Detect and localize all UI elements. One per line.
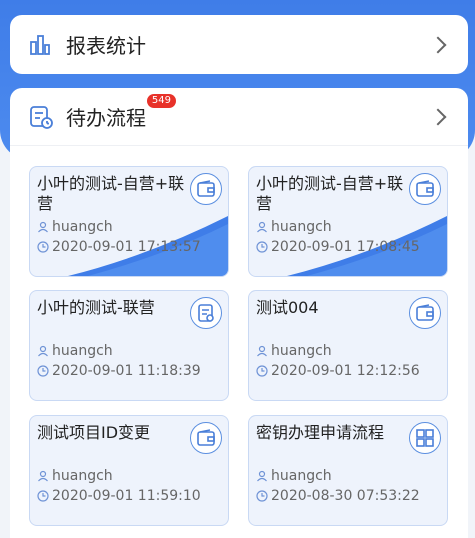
todo-item-user: huangch	[256, 468, 332, 484]
wallet-icon	[190, 173, 222, 205]
todo-item-time-text: 2020-09-01 17:08:45	[271, 239, 420, 255]
clock-icon	[37, 241, 49, 253]
todo-item-user-text: huangch	[52, 343, 113, 359]
todo-item-time-text: 2020-09-01 17:13:57	[52, 239, 201, 255]
clock-icon	[37, 490, 49, 502]
todo-item-time: 2020-08-30 07:53:22	[256, 488, 420, 504]
todo-item-time-text: 2020-09-01 11:59:10	[52, 488, 201, 504]
grid-icon	[409, 422, 441, 454]
user-icon	[256, 470, 268, 482]
report-statistics-card[interactable]: 报表统计	[10, 15, 468, 74]
todo-item-time: 2020-09-01 17:08:45	[256, 239, 420, 255]
todo-item-time: 2020-09-01 17:13:57	[37, 239, 201, 255]
clock-icon	[256, 365, 268, 377]
todo-item-time: 2020-09-01 11:18:39	[37, 363, 201, 379]
todo-title: 待办流程 549	[66, 94, 176, 131]
todo-item-name: 密钥办理申请流程	[256, 423, 385, 442]
todo-item-user-text: huangch	[52, 468, 113, 484]
bar-chart-icon	[28, 33, 52, 57]
todo-item-name: 测试项目ID变更	[37, 423, 151, 442]
todo-item[interactable]: 小叶的测试-自营+联营 huangch 2020-09-01 17:08:45	[248, 166, 448, 277]
todo-item-user-text: huangch	[271, 219, 332, 235]
todo-item-user: huangch	[37, 343, 113, 359]
chevron-right-icon	[429, 108, 447, 125]
user-icon	[256, 221, 268, 233]
todo-item[interactable]: 测试004 huangch 2020-09-01 12:12:56	[248, 290, 448, 401]
todo-item-time: 2020-09-01 12:12:56	[256, 363, 420, 379]
todo-list-icon	[28, 104, 54, 130]
user-icon	[37, 470, 49, 482]
user-icon	[37, 345, 49, 357]
user-icon	[37, 221, 49, 233]
clock-icon	[37, 365, 49, 377]
user-icon	[256, 345, 268, 357]
todo-item-user-text: huangch	[271, 468, 332, 484]
todo-item-user: huangch	[256, 219, 332, 235]
todo-item-name: 小叶的测试-自营+联营	[37, 174, 185, 213]
wallet-icon	[409, 173, 441, 205]
todo-header[interactable]: 待办流程 549	[10, 88, 468, 146]
document-icon	[190, 297, 222, 329]
todo-item[interactable]: 小叶的测试-自营+联营 huangch 2020-09-01 17:13:57	[29, 166, 229, 277]
todo-item-name: 小叶的测试-联营	[37, 298, 155, 317]
todo-item-user: huangch	[37, 468, 113, 484]
wallet-icon	[190, 422, 222, 454]
todo-item[interactable]: 密钥办理申请流程 huangch 2020-08-30 07:53:22	[248, 415, 448, 526]
todo-item-name: 小叶的测试-自营+联营	[256, 174, 404, 213]
todo-item-user: huangch	[37, 219, 113, 235]
todo-item-time-text: 2020-09-01 12:12:56	[271, 363, 420, 379]
todo-item-time-text: 2020-08-30 07:53:22	[271, 488, 420, 504]
wallet-icon	[409, 297, 441, 329]
todo-item[interactable]: 小叶的测试-联营 huangch 2020-09-01 11:18:39	[29, 290, 229, 401]
todo-count-badge: 549	[146, 94, 176, 108]
todo-item-user: huangch	[256, 343, 332, 359]
todo-item[interactable]: 测试项目ID变更 huangch 2020-09-01 11:59:10	[29, 415, 229, 526]
todo-item-name: 测试004	[256, 298, 319, 317]
report-statistics-title: 报表统计	[66, 34, 146, 58]
chevron-right-icon	[429, 36, 447, 53]
todo-item-time: 2020-09-01 11:59:10	[37, 488, 201, 504]
todo-item-user-text: huangch	[52, 219, 113, 235]
todo-item-time-text: 2020-09-01 11:18:39	[52, 363, 201, 379]
todo-item-user-text: huangch	[271, 343, 332, 359]
clock-icon	[256, 490, 268, 502]
clock-icon	[256, 241, 268, 253]
todo-title-text: 待办流程	[66, 106, 146, 130]
